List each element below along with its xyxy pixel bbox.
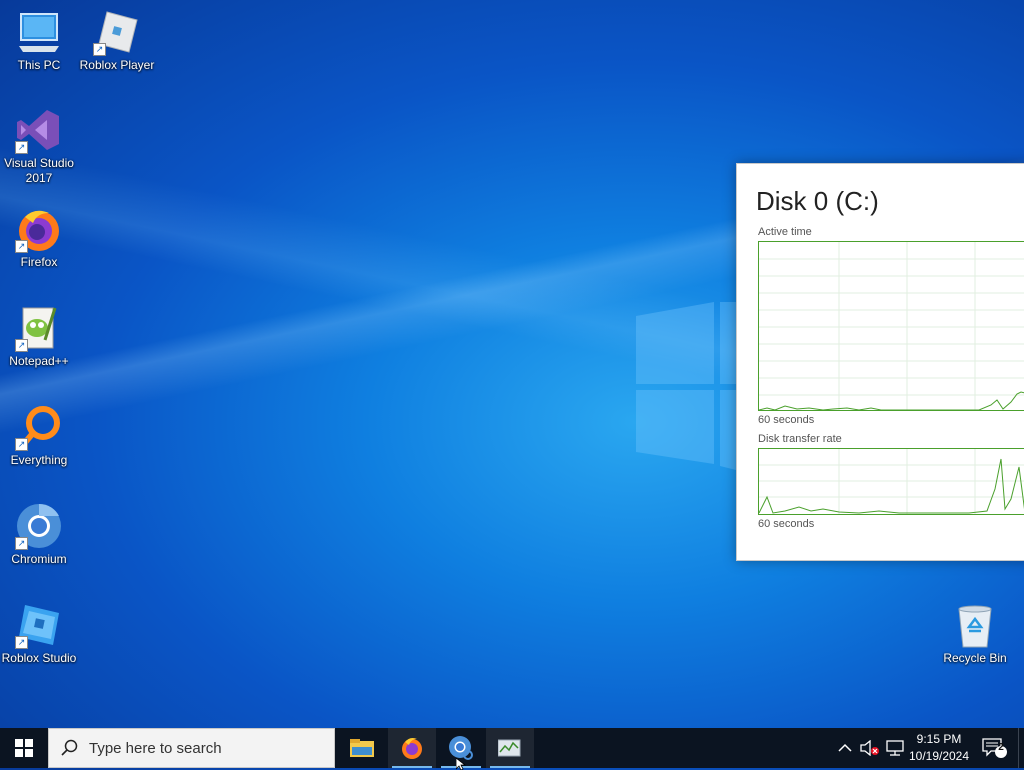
volume-button[interactable] xyxy=(860,728,880,768)
chevron-up-icon xyxy=(838,743,852,752)
graph-active-time-label: Active time xyxy=(758,226,812,238)
chromium-icon: ↗ xyxy=(15,502,63,550)
network-icon xyxy=(886,740,904,756)
taskbar-task-manager[interactable] xyxy=(486,728,534,768)
task-manager-window[interactable]: Disk 0 (C:) Active time 60 seconds Disk … xyxy=(736,163,1024,561)
desktop-icon-label: Recycle Bin xyxy=(943,651,1007,665)
shortcut-arrow-icon: ↗ xyxy=(15,339,28,352)
start-button[interactable] xyxy=(0,728,48,768)
desktop-icon-label: Chromium xyxy=(11,552,67,566)
shortcut-arrow-icon: ↗ xyxy=(93,43,106,56)
desktop-icon-label: This PC xyxy=(17,58,61,72)
transfer-rate-graph xyxy=(758,448,1024,515)
desktop-icon-everything[interactable]: ↗ Everything xyxy=(0,403,78,468)
clock-date: 10/19/2024 xyxy=(908,749,970,763)
taskbar-clock[interactable]: 9:15 PM 10/19/2024 xyxy=(906,731,972,765)
network-button[interactable] xyxy=(886,728,904,768)
file-explorer-icon xyxy=(350,739,374,757)
firefox-icon: ↗ xyxy=(15,205,63,253)
recycle-bin-icon xyxy=(951,601,999,649)
roblox-player-icon: ↗ xyxy=(93,8,141,56)
desktop-icon-firefox[interactable]: ↗ Firefox xyxy=(0,205,78,270)
shortcut-arrow-icon: ↗ xyxy=(15,240,28,253)
disk-title: Disk 0 (C:) xyxy=(756,186,879,216)
show-hidden-icons-button[interactable] xyxy=(838,728,852,768)
shortcut-arrow-icon: ↗ xyxy=(15,636,28,649)
show-desktop-divider[interactable] xyxy=(1018,728,1019,768)
desktop-icon-roblox-studio[interactable]: ↗ Roblox Studio xyxy=(0,601,78,666)
firefox-icon xyxy=(402,738,422,759)
windows-logo-wallpaper xyxy=(636,302,736,470)
action-center-button[interactable]: 2 xyxy=(982,728,1008,768)
search-icon xyxy=(61,739,78,756)
desktop-icon-label: Roblox Player xyxy=(79,58,155,72)
taskbar: Type here to search 9:15 PM 10/19/2024 2 xyxy=(0,728,1024,768)
notification-count-badge: 2 xyxy=(998,742,1004,753)
windows-start-icon xyxy=(15,739,33,757)
task-manager-icon xyxy=(498,739,521,757)
shortcut-arrow-icon: ↗ xyxy=(15,141,28,154)
taskbar-firefox[interactable] xyxy=(388,728,436,768)
shortcut-arrow-icon: ↗ xyxy=(15,537,28,550)
desktop-icon-label: Everything xyxy=(10,453,68,467)
desktop-icon-label: Notepad++ xyxy=(9,354,69,368)
desktop-icon-roblox-player[interactable]: ↗ Roblox Player xyxy=(78,8,156,73)
active-time-graph xyxy=(758,241,1024,411)
desktop-icon-label: Firefox xyxy=(20,255,58,269)
taskbar-search-box[interactable]: Type here to search xyxy=(48,728,335,768)
desktop-icon-visual-studio[interactable]: ↗ Visual Studio 2017 xyxy=(0,106,78,186)
this-pc-icon xyxy=(15,8,63,56)
visual-studio-icon: ↗ xyxy=(15,106,63,154)
desktop-icon-this-pc[interactable]: This PC xyxy=(0,8,78,73)
roblox-studio-icon: ↗ xyxy=(15,601,63,649)
notepadpp-icon: ↗ xyxy=(15,304,63,352)
mouse-cursor-icon xyxy=(456,758,466,770)
graph-transfer-rate-footer: 60 seconds xyxy=(758,518,815,530)
taskbar-file-explorer[interactable] xyxy=(338,728,386,768)
graph-transfer-rate-label: Disk transfer rate xyxy=(758,433,842,445)
desktop-icon-label: Visual Studio 2017 xyxy=(4,156,74,185)
search-placeholder: Type here to search xyxy=(89,739,222,757)
shortcut-arrow-icon: ↗ xyxy=(15,438,28,451)
graph-active-time-footer: 60 seconds xyxy=(758,414,815,426)
desktop-icon-chromium[interactable]: ↗ Chromium xyxy=(0,502,78,567)
volume-muted-icon xyxy=(860,740,879,756)
clock-time: 9:15 PM xyxy=(916,732,962,746)
desktop-icon-recycle-bin[interactable]: Recycle Bin xyxy=(936,601,1014,666)
desktop-icon-label: Roblox Studio xyxy=(1,651,77,665)
everything-icon: ↗ xyxy=(15,403,63,451)
desktop-icon-notepadpp[interactable]: ↗ Notepad++ xyxy=(0,304,78,369)
